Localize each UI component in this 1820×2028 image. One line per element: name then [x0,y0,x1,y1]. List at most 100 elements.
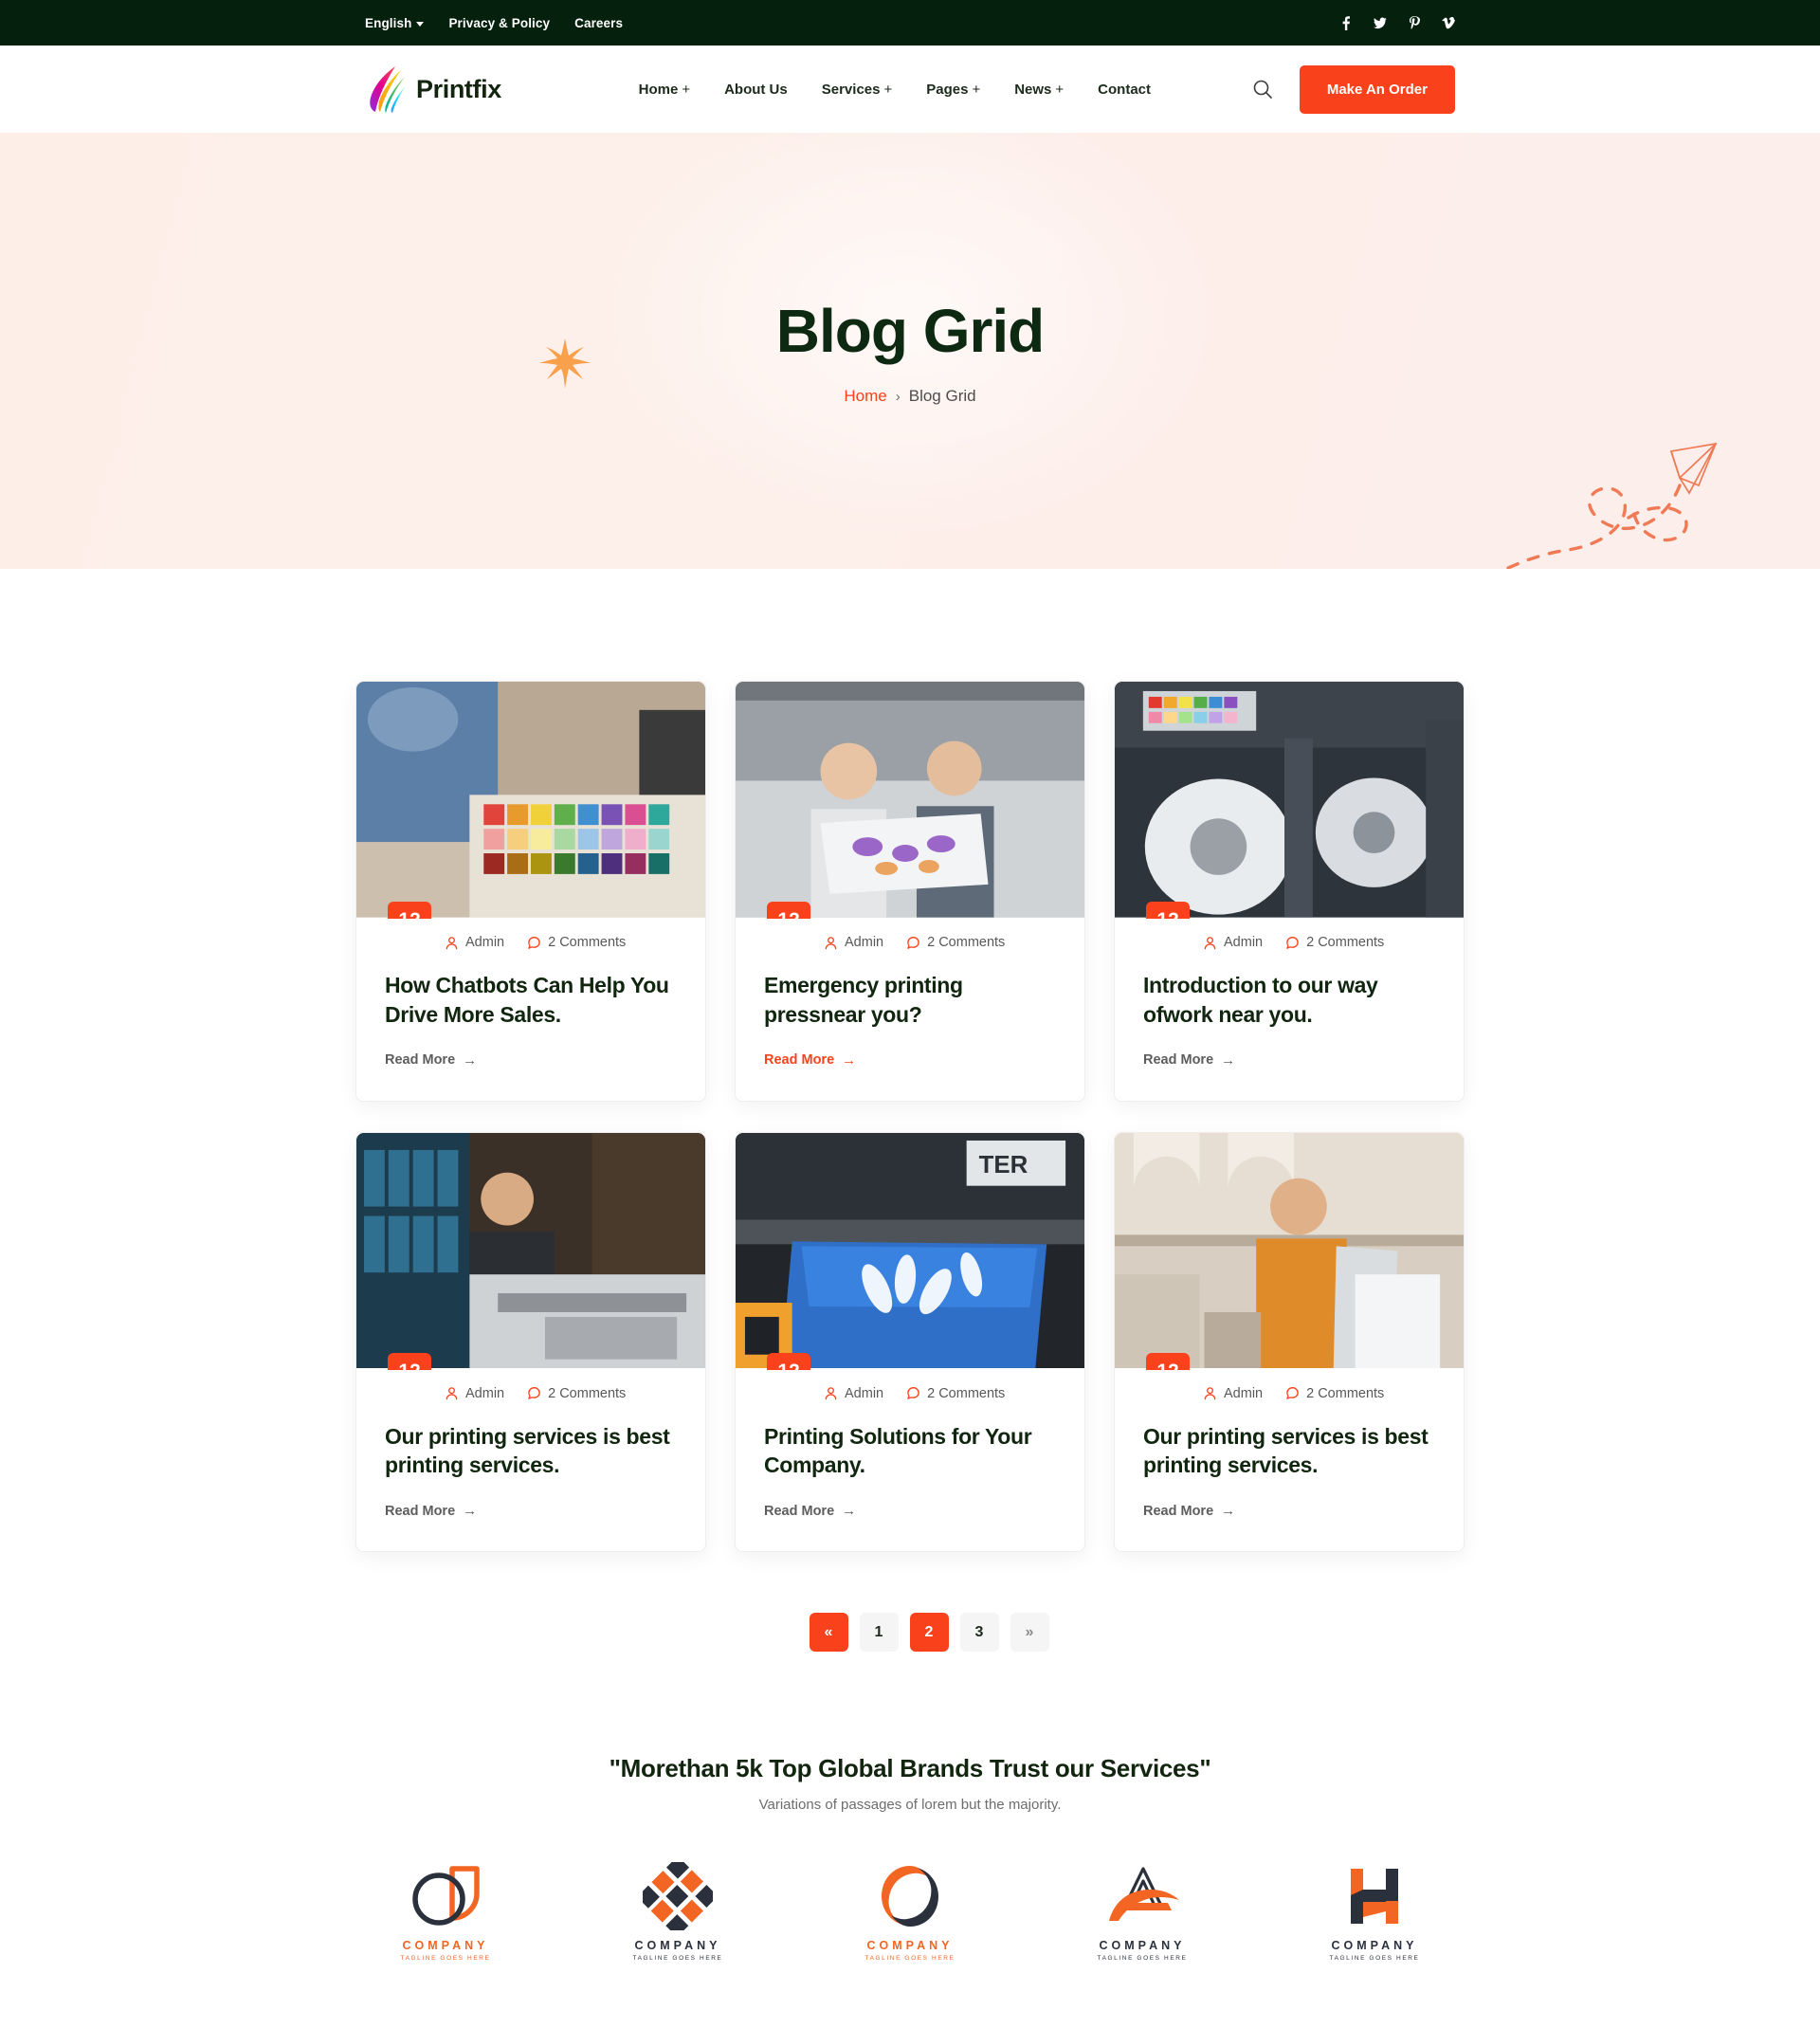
breadcrumb-current: Blog Grid [908,387,976,405]
nav-item-news[interactable]: News + [1014,82,1064,98]
nav-item-pages[interactable]: Pages + [926,82,980,98]
blog-grid: 12 Sep Admin 2 Comments How Chatbots Can… [355,681,1465,1553]
post-author-label: Admin [1224,1385,1264,1401]
pagination-next-button[interactable]: » [1010,1613,1049,1653]
post-comments: 2 Comments [1285,935,1384,950]
privacy-policy-link[interactable]: Privacy & Policy [448,16,550,30]
o-swirl-logo-icon [877,1862,943,1930]
brand-logo-tagline: TAGLINE GOES HERE [400,1955,491,1963]
post-day: 12 [1146,1361,1190,1370]
pagination-page-2[interactable]: 2 [909,1613,949,1653]
arrow-right-icon: → [1221,1503,1236,1520]
blog-card-meta: Admin 2 Comments [1143,935,1435,950]
blog-card-image[interactable]: TER 12 Sep [736,1132,1084,1370]
blog-card-title[interactable]: Introduction to our way ofwork near you. [1143,971,1435,1030]
read-more-link[interactable]: Read More → [764,1503,1056,1519]
post-comments-label: 2 Comments [548,1385,627,1401]
post-date-badge: 12 Sep [767,902,810,919]
blog-card[interactable]: 12 Sep Admin 2 Comments Introduction to … [1114,681,1465,1102]
blog-card-title[interactable]: Printing Solutions for Your Company. [764,1422,1056,1481]
post-date-badge: 12 Sep [1146,1352,1190,1370]
nav-label: News [1014,81,1052,98]
blog-card-title[interactable]: Our printing services is best printing s… [1143,1422,1435,1481]
chevron-down-icon [416,21,425,27]
read-more-label: Read More [764,1503,835,1519]
h-block-logo-icon [1341,1862,1408,1930]
pagination-page-1[interactable]: 1 [859,1613,899,1653]
blog-card[interactable]: 12 Sep Admin 2 Comments Emergency printi… [735,681,1085,1102]
a-swoosh-logo-icon [1101,1862,1183,1930]
read-more-link[interactable]: Read More → [764,1052,1056,1069]
breadcrumb: Home › Blog Grid [844,387,975,406]
brand-logo-name: COMPANY [402,1939,489,1953]
make-an-order-button[interactable]: Make An Order [1299,64,1455,114]
read-more-link[interactable]: Read More → [385,1503,677,1519]
post-author-label: Admin [1224,935,1264,950]
post-comments: 2 Comments [527,935,626,950]
post-comments: 2 Comments [906,935,1005,950]
pagination-prev-button[interactable]: « [809,1613,848,1653]
pinterest-icon[interactable] [1408,15,1421,30]
twitter-icon[interactable] [1374,15,1387,30]
brand-logo-name: COMPANY [1331,1939,1418,1953]
blog-card-title[interactable]: How Chatbots Can Help You Drive More Sal… [385,971,677,1030]
blog-card[interactable]: 12 Sep Admin 2 Comments How Chatbots Can… [355,681,706,1102]
brand-logo-item[interactable]: COMPANY TAGLINE GOES HERE [839,1862,981,1962]
site-header: Printfix Home + About Us Services + Page… [0,46,1820,133]
post-author: Admin [1203,935,1263,950]
post-day: 12 [1146,910,1190,919]
nav-item-home[interactable]: Home + [639,82,690,98]
brand-logo-item[interactable]: COMPANY TAGLINE GOES HERE [1303,1862,1446,1962]
breadcrumb-home-link[interactable]: Home [844,387,886,406]
brand-logo-item[interactable]: COMPANY TAGLINE GOES HERE [1071,1862,1213,1962]
nav-item-contact[interactable]: Contact [1098,82,1151,98]
nav-item-about-us[interactable]: About Us [724,82,788,98]
brands-title: "Morethan 5k Top Global Brands Trust our… [609,1754,1211,1783]
blog-card-body: Admin 2 Comments Printing Solutions for … [736,1370,1084,1552]
social-links [1339,15,1455,30]
nav-label: Contact [1098,81,1152,98]
post-date-badge: 12 Sep [767,1352,810,1370]
post-author: Admin [824,935,883,950]
read-more-link[interactable]: Read More → [1143,1503,1435,1519]
brand-logo-name: COMPANY [634,1939,721,1953]
post-comments-label: 2 Comments [927,1385,1006,1401]
brand-logo-item[interactable]: COMPANY TAGLINE GOES HERE [607,1862,749,1962]
brand-logo[interactable]: Printfix [365,64,501,115]
top-bar: English Privacy & Policy Careers [0,0,1820,46]
blog-card[interactable]: TER 12 Sep [735,1131,1085,1553]
blog-card-title[interactable]: Our printing services is best printing s… [385,1422,677,1481]
facebook-icon[interactable] [1339,15,1353,30]
blog-card-image[interactable]: 12 Sep [1115,682,1464,919]
blog-card-meta: Admin 2 Comments [764,1386,1056,1401]
vimeo-icon[interactable] [1442,15,1455,30]
blog-card[interactable]: 12 Sep Admin 2 Comments Our printing ser… [1114,1131,1465,1553]
brand-logo-tagline: TAGLINE GOES HERE [1097,1955,1188,1963]
post-author-label: Admin [465,1385,505,1401]
blog-card-body: Admin 2 Comments Our printing services i… [1115,1370,1464,1552]
post-comments-label: 2 Comments [1306,1385,1385,1401]
blog-card-image[interactable]: 12 Sep [736,682,1084,919]
blog-card-image[interactable]: 12 Sep [1115,1132,1464,1370]
blog-card[interactable]: 12 Sep Admin 2 Comments Our printing ser… [355,1131,706,1553]
read-more-link[interactable]: Read More → [1143,1052,1435,1069]
language-selector[interactable]: English [365,16,425,30]
careers-link[interactable]: Careers [574,16,623,30]
blog-card-title[interactable]: Emergency printing pressnear you? [764,971,1056,1030]
nav-item-services[interactable]: Services + [822,82,893,98]
pagination-page-3[interactable]: 3 [959,1613,999,1653]
blog-card-image[interactable]: 12 Sep [356,682,705,919]
post-author: Admin [1203,1386,1263,1401]
diamond-grid-logo-icon [643,1862,713,1931]
arrow-right-icon: → [463,1503,478,1520]
brands-section: "Morethan 5k Top Global Brands Trust our… [0,1652,1820,2028]
post-comments: 2 Comments [527,1386,626,1401]
post-author-label: Admin [845,935,884,950]
top-bar-inner: English Privacy & Policy Careers [355,15,1465,30]
read-more-link[interactable]: Read More → [385,1052,677,1069]
blog-card-image[interactable]: 12 Sep [356,1132,705,1370]
brand-logo-item[interactable]: COMPANY TAGLINE GOES HERE [374,1862,517,1962]
circle-square-logo-icon [409,1862,482,1930]
search-icon[interactable] [1250,77,1275,101]
post-comments: 2 Comments [906,1386,1005,1401]
